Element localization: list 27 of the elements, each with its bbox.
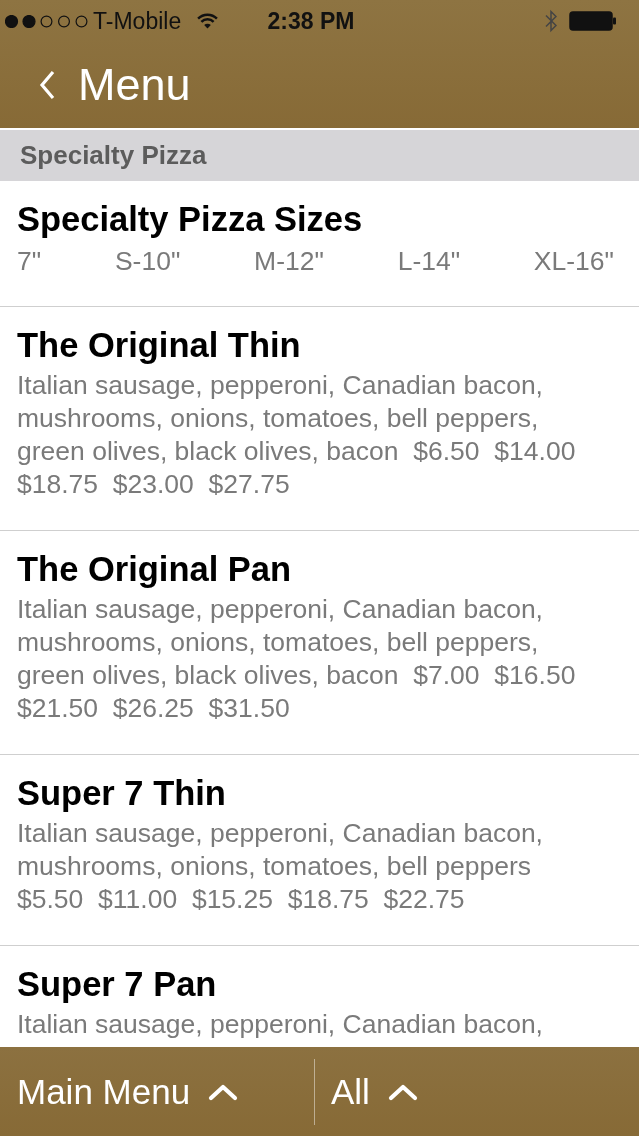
size-label: L-14": [397, 246, 461, 276]
menu-item-description: Italian sausage, pepperoni, Canadian bacon, mushrooms, onions, tomatoes, bell peppers, green olives, black olives, bacon $6.50 $14.00 $18.75 $23.00 $27.75: [17, 369, 577, 501]
menu-item-title: Super 7 Pan: [17, 965, 218, 1003]
menu-item-description: Italian sausage, pepperoni, Canadian bacon, mushrooms, onions, tomatoes, bell peppers, green olives, black olives, bacon $7.00 $16.50 $21.50 $26.25 $31.50: [17, 593, 577, 725]
size-label: 7": [17, 246, 42, 276]
status-time: 2:38 PM: [267, 7, 355, 35]
menu-item-description: Italian sausage, pepperoni, Canadian bacon,: [17, 1008, 544, 1041]
carrier-name: T-Mobile: [93, 7, 182, 35]
size-label: S-10": [114, 246, 181, 276]
sizes-title: Specialty Pizza Sizes: [17, 200, 364, 238]
back-button[interactable]: Menu: [39, 59, 191, 111]
size-label: XL-16": [533, 246, 614, 276]
menu-item-title: Super 7 Thin: [17, 774, 227, 812]
menu-item-description: Italian sausage, pepperoni, Canadian bacon, mushrooms, onions, tomatoes, bell peppers $5.50 $11.00 $15.25 $18.75 $22.75: [17, 817, 544, 916]
signal-strength-icon: [5, 14, 89, 28]
size-label: M-12": [254, 246, 324, 276]
back-chevron-icon: [39, 70, 55, 100]
menu-filter-button[interactable]: All: [315, 1047, 418, 1136]
menu-filter-button[interactable]: Main Menu: [0, 1047, 314, 1136]
section-title: Specialty Pizza: [20, 140, 207, 171]
chevron-up-icon: [387, 1082, 418, 1101]
wifi-icon: [197, 13, 219, 29]
chevron-up-icon: [208, 1082, 239, 1101]
bluetooth-icon: [545, 9, 557, 33]
battery-icon: [569, 11, 617, 31]
menu-item-title: The Original Pan: [17, 550, 293, 588]
menu-item-title: The Original Thin: [17, 326, 302, 364]
